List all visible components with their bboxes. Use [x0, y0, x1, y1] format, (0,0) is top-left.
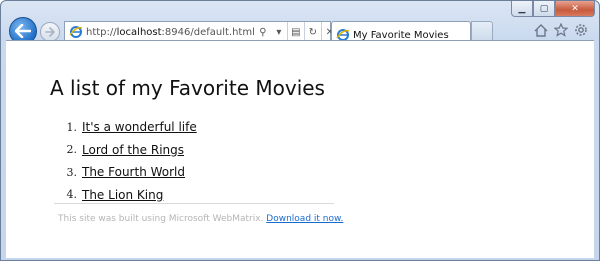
forward-button[interactable] [40, 22, 60, 42]
refresh-icon[interactable]: ↻ [303, 22, 321, 42]
footer-text: This site was built using Microsoft WebM… [58, 214, 264, 224]
settings-gear-icon[interactable] [573, 22, 589, 38]
tab-title: My Favorite Movies [353, 29, 449, 41]
browser-window: ▁ ▢ ✕ http://localhost:8946/default.html… [0, 0, 600, 261]
movie-link[interactable]: Lord of the Rings [82, 143, 184, 157]
list-number: 4. [66, 188, 78, 202]
page-content: A list of my Favorite Movies 1. It's a w… [6, 40, 594, 258]
back-arrow-icon [15, 24, 31, 38]
url-text[interactable]: http://localhost:8946/default.html [86, 27, 255, 38]
list-item: 2. Lord of the Rings [50, 139, 197, 162]
movie-list: 1. It's a wonderful life 2. Lord of the … [50, 116, 197, 206]
favorites-star-icon[interactable] [553, 22, 569, 38]
ie-favicon-icon [69, 26, 83, 38]
list-number: 2. [66, 143, 78, 157]
browser-tools [533, 22, 589, 38]
list-item: 3. The Fourth World [50, 161, 197, 184]
list-number: 1. [66, 120, 78, 134]
home-icon[interactable] [533, 22, 549, 38]
footer: This site was built using Microsoft WebM… [58, 214, 343, 224]
movie-link[interactable]: The Fourth World [82, 165, 185, 179]
download-link[interactable]: Download it now. [266, 214, 343, 224]
list-item: 1. It's a wonderful life [50, 116, 197, 139]
page-title: A list of my Favorite Movies [50, 76, 325, 100]
movie-link[interactable]: The Lion King [82, 188, 163, 202]
search-icon[interactable]: ⚲ [255, 22, 271, 42]
footer-divider [54, 203, 334, 204]
forward-arrow-icon [45, 27, 55, 37]
dropdown-arrow-icon[interactable]: ▾ [271, 22, 287, 42]
compatibility-view-icon[interactable]: ▤ [286, 22, 304, 42]
movie-link[interactable]: It's a wonderful life [82, 120, 197, 134]
list-number: 3. [66, 165, 78, 179]
